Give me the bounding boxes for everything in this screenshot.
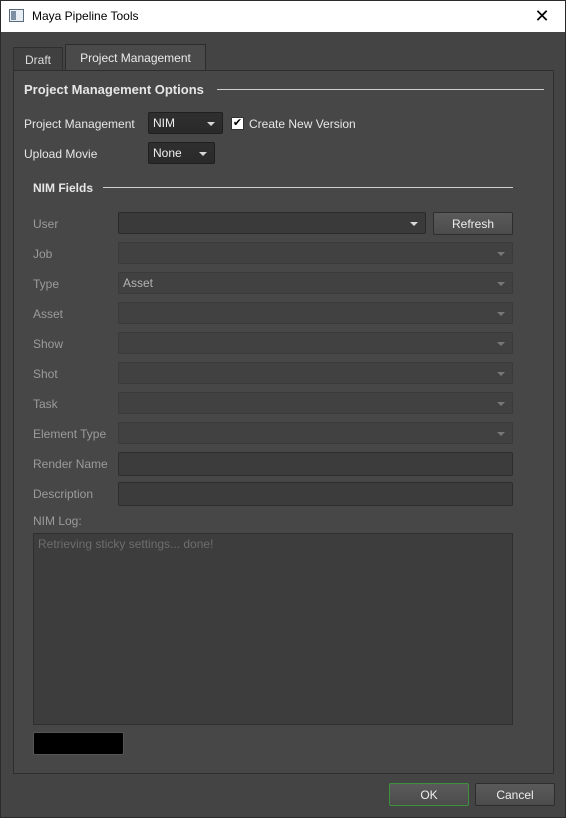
nim-fields-section-title: NIM Fields (33, 181, 94, 195)
asset-label: Asset (33, 307, 64, 321)
chevron-down-icon (497, 252, 505, 256)
description-label: Description (33, 487, 94, 501)
create-new-version-label: Create New Version (249, 117, 356, 131)
chevron-down-icon (410, 222, 418, 226)
chevron-down-icon (497, 402, 505, 406)
user-label: User (33, 217, 59, 231)
checkmark-icon: ✔ (232, 117, 243, 129)
render-name-field[interactable] (118, 452, 513, 476)
nim-log-textarea[interactable]: Retrieving sticky settings... done! (33, 533, 513, 725)
options-section-title: Project Management Options (24, 82, 204, 97)
window-title: Maya Pipeline Tools (32, 9, 139, 23)
chevron-down-icon (497, 282, 505, 286)
chevron-down-icon (497, 342, 505, 346)
dialog-window: Maya Pipeline Tools ✕ Draft Project Mana… (0, 0, 566, 818)
user-select[interactable] (118, 212, 426, 234)
nim-log-label: NIM Log: (33, 514, 82, 528)
shot-label: Shot (33, 367, 58, 381)
type-label: Type (33, 277, 60, 291)
upload-movie-select[interactable]: None (148, 142, 215, 164)
nim-fields-divider (103, 187, 513, 188)
project-management-panel: Project Management Options Project Manag… (13, 70, 554, 774)
project-management-label: Project Management (24, 117, 135, 131)
close-icon[interactable]: ✕ (519, 1, 565, 32)
refresh-button[interactable]: Refresh (433, 212, 513, 235)
title-bar: Maya Pipeline Tools ✕ (1, 1, 565, 32)
type-value: Asset (123, 276, 154, 290)
chevron-down-icon (199, 152, 207, 156)
color-swatch-button[interactable] (33, 732, 124, 755)
asset-select[interactable] (118, 302, 513, 324)
tab-project-management[interactable]: Project Management (65, 44, 206, 71)
show-label: Show (33, 337, 64, 351)
job-label: Job (33, 247, 53, 261)
upload-movie-label: Upload Movie (24, 147, 98, 161)
chevron-down-icon (207, 122, 215, 126)
chevron-down-icon (497, 372, 505, 376)
project-management-select[interactable]: NIM (148, 112, 223, 134)
element-type-select[interactable] (118, 422, 513, 444)
type-select[interactable]: Asset (118, 272, 513, 294)
chevron-down-icon (497, 432, 505, 436)
render-name-label: Render Name (33, 457, 108, 471)
task-label: Task (33, 397, 58, 411)
app-window-icon (9, 9, 24, 22)
job-select[interactable] (118, 242, 513, 264)
chevron-down-icon (497, 312, 505, 316)
description-field[interactable] (118, 482, 513, 506)
options-divider (217, 89, 544, 90)
upload-movie-value: None (153, 146, 182, 160)
nim-log-text: Retrieving sticky settings... done! (38, 537, 214, 551)
element-type-label: Element Type (33, 427, 107, 441)
show-select[interactable] (118, 332, 513, 354)
tab-draft[interactable]: Draft (13, 47, 63, 71)
task-select[interactable] (118, 392, 513, 414)
project-management-value: NIM (153, 116, 175, 130)
shot-select[interactable] (118, 362, 513, 384)
create-new-version-checkbox[interactable]: ✔ (231, 117, 244, 130)
ok-button[interactable]: OK (389, 783, 469, 806)
cancel-button[interactable]: Cancel (475, 783, 555, 806)
